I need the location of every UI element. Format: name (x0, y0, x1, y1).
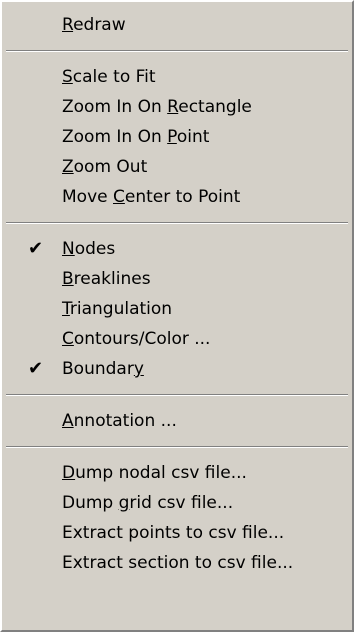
menu-item-label: Breaklines (62, 269, 151, 289)
menu-item-dump-grid-csv-file[interactable]: ✔Dump grid csv file... (2, 488, 352, 518)
menu-item-label: Zoom In On Point (62, 127, 210, 147)
menu-item-triangulation[interactable]: ✔Triangulation (2, 294, 352, 324)
menu-item-label: Triangulation (62, 299, 173, 319)
menu-item-move-center-to-point[interactable]: ✔Move Center to Point (2, 182, 352, 212)
menu-item-label: Annotation ... (62, 411, 177, 431)
menu-item-label: Boundary (62, 359, 144, 379)
menu-item-label: Zoom Out (62, 157, 148, 177)
checkmark-icon: ✔ (28, 238, 44, 259)
menu-item-label: Nodes (62, 239, 116, 259)
checkmark-icon: ✔ (28, 358, 44, 379)
menu-separator (6, 222, 348, 224)
context-menu: ✔Redraw✔Scale to Fit✔Zoom In On Rectangl… (0, 0, 354, 632)
menu-item-nodes[interactable]: ✔ Nodes (2, 234, 352, 264)
menu-item-boundary[interactable]: ✔ Boundary (2, 354, 352, 384)
menu-item-extract-section-to-csv-file[interactable]: ✔Extract section to csv file... (2, 548, 352, 578)
menu-item-scale-to-fit[interactable]: ✔Scale to Fit (2, 62, 352, 92)
menu-item-label: Move Center to Point (62, 187, 241, 207)
menu-item-contours-color[interactable]: ✔Contours/Color ... (2, 324, 352, 354)
menu-item-label: Scale to Fit (62, 67, 156, 87)
menu-item-zoom-in-on-rectangle[interactable]: ✔Zoom In On Rectangle (2, 92, 352, 122)
menu-separator (6, 394, 348, 396)
menu-item-label: Zoom In On Rectangle (62, 97, 252, 117)
menu-item-label: Dump nodal csv file... (62, 463, 247, 483)
menu-separator (6, 50, 348, 52)
menu-item-label: Redraw (62, 15, 126, 35)
menu-item-zoom-out[interactable]: ✔Zoom Out (2, 152, 352, 182)
menu-item-dump-nodal-csv-file[interactable]: ✔Dump nodal csv file... (2, 458, 352, 488)
menu-item-annotation[interactable]: ✔Annotation ... (2, 406, 352, 436)
menu-item-label: Dump grid csv file... (62, 493, 234, 513)
menu-item-redraw[interactable]: ✔Redraw (2, 10, 352, 40)
menu-item-breaklines[interactable]: ✔Breaklines (2, 264, 352, 294)
menu-item-label: Extract points to csv file... (62, 523, 285, 543)
menu-item-zoom-in-on-point[interactable]: ✔Zoom In On Point (2, 122, 352, 152)
menu-separator (6, 446, 348, 448)
menu-item-label: Extract section to csv file... (62, 553, 294, 573)
menu-item-label: Contours/Color ... (62, 329, 211, 349)
menu-item-extract-points-to-csv-file[interactable]: ✔Extract points to csv file... (2, 518, 352, 548)
